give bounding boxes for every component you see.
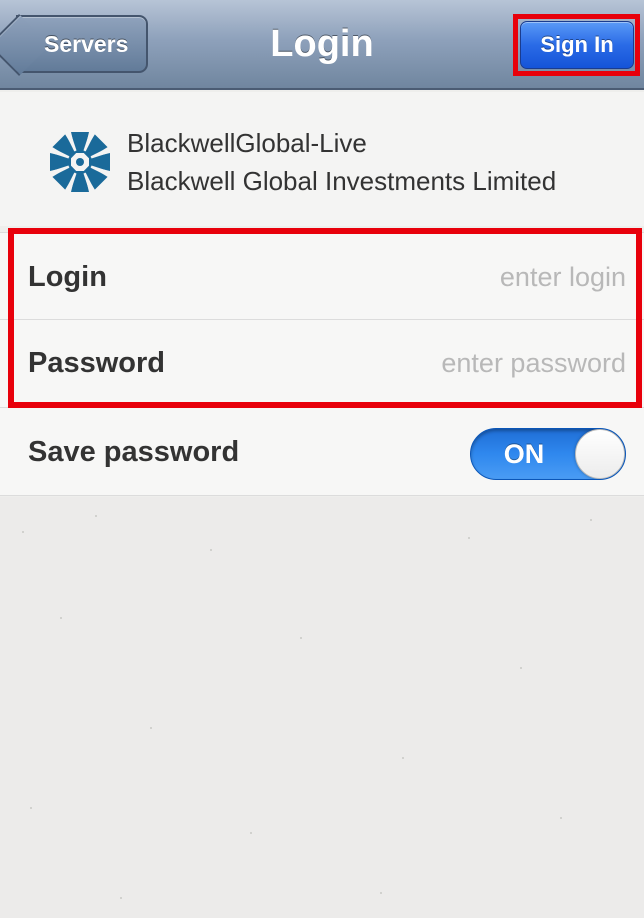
background-speck (120, 897, 122, 899)
login-label: Login (28, 261, 107, 293)
background-speck (60, 617, 62, 619)
login-screen: Servers Login Sign In BlackwellGlobal-Li… (0, 0, 644, 918)
blackwell-global-logo-icon (50, 132, 110, 192)
navigation-bar: Servers Login Sign In (0, 0, 644, 90)
background-speck (300, 637, 302, 639)
background-speck (150, 727, 152, 729)
servers-back-label: Servers (44, 31, 129, 57)
server-name: BlackwellGlobal-Live (127, 128, 367, 158)
empty-background (0, 497, 644, 918)
password-row[interactable]: Password (0, 320, 644, 408)
server-info: BlackwellGlobal-Live Blackwell Global In… (0, 92, 644, 226)
background-speck (250, 832, 252, 834)
save-password-row: Save password ON (0, 408, 644, 496)
password-input[interactable] (296, 343, 626, 383)
save-password-label: Save password (28, 436, 240, 468)
background-speck (95, 515, 97, 517)
background-speck (560, 817, 562, 819)
background-speck (380, 892, 382, 894)
toggle-knob (575, 429, 625, 479)
background-speck (468, 537, 470, 539)
login-row[interactable]: Login (0, 232, 644, 320)
login-input[interactable] (326, 257, 626, 297)
page-title: Login (270, 23, 374, 65)
background-speck (520, 667, 522, 669)
sign-in-button[interactable]: Sign In (520, 21, 634, 69)
sign-in-label: Sign In (540, 32, 614, 57)
background-speck (402, 757, 404, 759)
background-speck (30, 807, 32, 809)
save-password-toggle[interactable]: ON (470, 428, 626, 480)
toggle-on-label: ON (503, 439, 545, 469)
background-speck (22, 531, 24, 533)
password-label: Password (28, 347, 165, 379)
servers-back-button[interactable]: Servers (16, 15, 148, 73)
server-company: Blackwell Global Investments Limited (127, 166, 557, 196)
background-speck (590, 519, 592, 521)
background-speck (210, 549, 212, 551)
